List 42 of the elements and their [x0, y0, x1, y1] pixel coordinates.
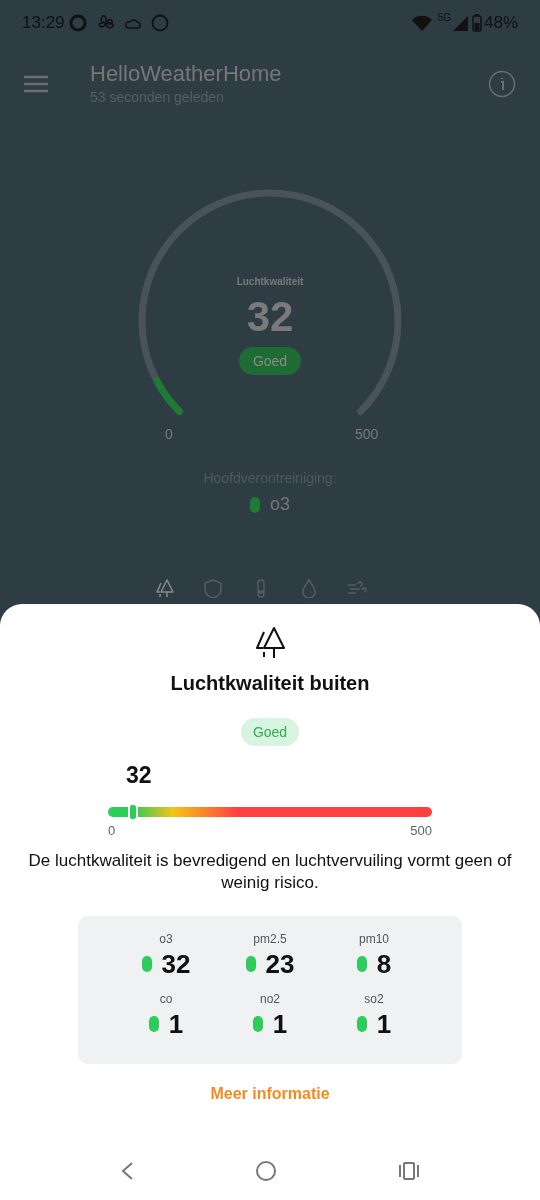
gauge-label: Luchtkwaliteit	[236, 275, 304, 289]
sync-icon	[68, 14, 87, 32]
pollutant-name: co	[159, 991, 173, 1008]
pollutant-name: pm10	[359, 931, 389, 948]
pollutant-value: 8	[376, 948, 392, 980]
gauge-min: 0	[165, 425, 173, 444]
main-pollutant: o3	[270, 493, 290, 516]
pollutant-name: no2	[260, 991, 280, 1008]
pollutant-name: o3	[159, 931, 173, 948]
description: De luchtkwaliteit is bevredigend en luchtvervuiling vormt geen of weinig risico.	[27, 850, 513, 894]
scale-min: 0	[108, 821, 116, 840]
home-icon[interactable]	[255, 1160, 277, 1182]
pollutant-name: so2	[364, 991, 384, 1008]
app-title: HelloWeatherHome	[90, 60, 283, 87]
aqi-value: 32	[126, 761, 153, 790]
fan-icon	[96, 14, 115, 32]
drop-icon[interactable]	[299, 578, 319, 598]
status-badge: Goed	[238, 347, 302, 375]
shield-icon[interactable]	[203, 578, 223, 598]
circle-icon	[150, 14, 169, 32]
sheet-title: Luchtkwaliteit buiten	[170, 671, 370, 696]
info-icon[interactable]	[488, 70, 516, 98]
pollutant-value: 1	[376, 1008, 392, 1040]
battery-icon	[471, 14, 482, 32]
pollutant-name: pm2.5	[253, 931, 287, 948]
pollutant-value: 1	[168, 1008, 184, 1040]
scale-max: 500	[410, 821, 432, 840]
recents-icon[interactable]	[397, 1162, 420, 1180]
trees-icon[interactable]	[155, 578, 175, 598]
signal-icon	[452, 15, 468, 31]
back-icon[interactable]	[120, 1161, 135, 1181]
cloud-icon	[124, 16, 141, 30]
pollutant-value: 1	[272, 1008, 288, 1040]
pollutant-value: 32	[161, 948, 191, 980]
trees-icon	[255, 626, 285, 660]
menu-icon[interactable]	[24, 75, 48, 93]
status-badge: Goed	[240, 718, 300, 746]
gauge-max: 500	[355, 425, 379, 444]
more-info-link[interactable]: Meer informatie	[210, 1082, 330, 1106]
pollutant-value: 23	[265, 948, 295, 980]
gauge-value: 32	[246, 293, 294, 341]
wifi-icon	[411, 15, 432, 31]
